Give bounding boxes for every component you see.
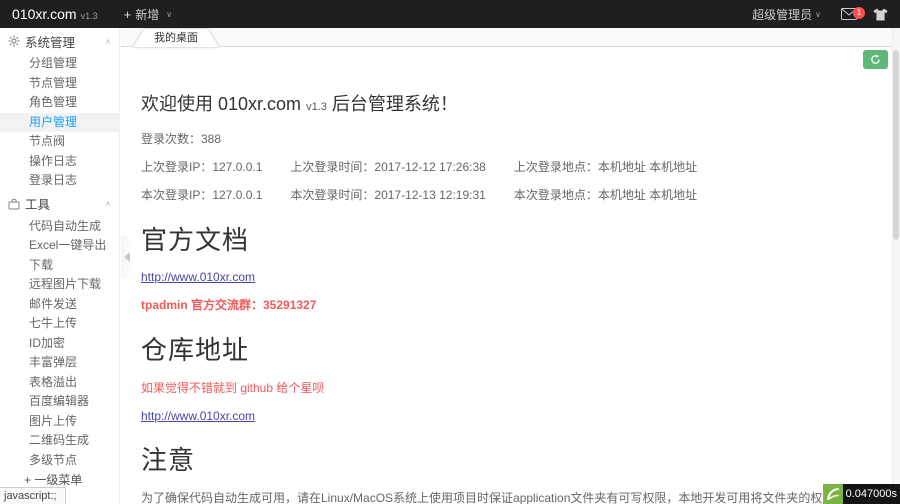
curr-login-time: 本次登录时间：2017-12-13 12:19:31 xyxy=(290,188,486,202)
trace-badge[interactable]: 0.047000s xyxy=(822,484,900,504)
chevron-up-icon: ∧ xyxy=(105,199,111,208)
notice-text: 为了确保代码自动生成可用，请在Linux/MacOS系统上使用项目时保证appl… xyxy=(141,491,858,504)
topbar: 010xr.com v1.3 + 新增 ∨ 超级管理员 ∨ 1 xyxy=(0,0,900,28)
previous-login-row: 上次登录IP：127.0.0.1 上次登录时间：2017-12-12 17:26… xyxy=(141,158,892,175)
add-new-label: 新增 xyxy=(135,7,160,22)
trace-time: 0.047000s xyxy=(842,484,900,504)
sidebar-item-role-management[interactable]: 角色管理 xyxy=(0,93,119,113)
welcome-prefix: 欢迎使用 010xr.com xyxy=(141,94,302,114)
chevron-left-icon xyxy=(123,252,130,262)
messages-button[interactable]: 1 xyxy=(831,7,867,20)
sidebar-collapse-handle[interactable] xyxy=(121,236,132,278)
brand-logo[interactable]: 010xr.com v1.3 xyxy=(0,6,110,22)
sidebar-item-remote-image-download[interactable]: 远程图片下载 xyxy=(0,275,119,295)
add-new-menu[interactable]: + 新增 ∨ xyxy=(110,0,186,28)
sidebar-item-download[interactable]: 下载 xyxy=(0,256,119,276)
sidebar-item-user-management[interactable]: 用户管理 xyxy=(0,112,119,132)
refresh-button[interactable] xyxy=(863,50,888,69)
sidebar-section-tools[interactable]: 工具 ∧ xyxy=(0,191,119,217)
welcome-suffix: 后台管理系统！ xyxy=(331,94,458,114)
main-area: 我的桌面 欢迎使用 010xr.com v1.3 后台管理系统！ 登录次数：38… xyxy=(121,28,900,504)
prev-login-time: 上次登录时间：2017-12-12 17:26:38 xyxy=(290,160,486,174)
tab-bar: 我的桌面 xyxy=(121,28,900,47)
qq-group-line: tpadmin 官方交流群：35291327 xyxy=(141,298,317,312)
docs-heading: 官方文档 xyxy=(141,225,250,255)
notice-heading: 注意 xyxy=(141,445,196,475)
tab-toolbar xyxy=(121,47,900,71)
current-login-row: 本次登录IP：127.0.0.1 本次登录时间：2017-12-13 12:19… xyxy=(141,186,892,203)
repo-link[interactable]: http://www.010xr.com xyxy=(141,409,255,423)
sidebar-item-excel-export[interactable]: Excel一键导出 xyxy=(0,236,119,256)
scrollbar-thumb[interactable] xyxy=(893,50,899,240)
prev-login-ip: 上次登录IP：127.0.0.1 xyxy=(141,160,263,174)
sidebar: 系统管理 ∧ 分组管理 节点管理 角色管理 用户管理 节点阀 操作日志 登录日志… xyxy=(0,28,120,504)
plus-icon: + xyxy=(123,6,132,22)
toolbox-icon xyxy=(8,198,20,210)
sidebar-item-image-upload[interactable]: 图片上传 xyxy=(0,412,119,432)
chevron-up-icon: ∧ xyxy=(105,36,111,46)
gear-icon xyxy=(8,35,20,47)
sidebar-item-qrcode-generate[interactable]: 二维码生成 xyxy=(0,431,119,451)
sidebar-item-table-overflow[interactable]: 表格溢出 xyxy=(0,373,119,393)
user-menu-label: 超级管理员 xyxy=(752,7,813,22)
desktop-content: 欢迎使用 010xr.com v1.3 后台管理系统！ 登录次数：388 上次登… xyxy=(121,72,892,504)
sidebar-item-operation-log[interactable]: 操作日志 xyxy=(0,152,119,172)
theme-skin-button[interactable] xyxy=(867,8,900,21)
browser-status-hint: javascript:; xyxy=(0,487,66,504)
sidebar-item-id-encrypt[interactable]: ID加密 xyxy=(0,334,119,354)
sidebar-item-multi-level-node[interactable]: 多级节点 xyxy=(0,451,119,471)
sidebar-item-code-generator[interactable]: 代码自动生成 xyxy=(0,217,119,237)
sidebar-item-rich-layer[interactable]: 丰富弹层 xyxy=(0,353,119,373)
thinkphp-trace-icon xyxy=(822,484,843,504)
login-count: 登录次数：388 xyxy=(141,132,222,146)
sidebar-item-node-valve[interactable]: 节点阀 xyxy=(0,132,119,152)
tshirt-icon xyxy=(873,8,888,21)
brand-name: 010xr.com xyxy=(12,6,77,22)
app-root: 010xr.com v1.3 + 新增 ∨ 超级管理员 ∨ 1 系统管理 ∧ 分… xyxy=(0,0,900,504)
sidebar-section-label: 工具 xyxy=(25,198,51,212)
refresh-icon xyxy=(870,54,881,65)
github-star-line: 如果觉得不错就到 github 给个星呗 xyxy=(141,381,325,395)
chevron-down-icon: ∨ xyxy=(815,9,821,19)
sidebar-item-login-log[interactable]: 登录日志 xyxy=(0,171,119,191)
welcome-title: 欢迎使用 010xr.com v1.3 后台管理系统！ xyxy=(141,90,892,116)
curr-login-location: 本次登录地点：本机地址 本机地址 xyxy=(513,188,698,202)
sidebar-section-label: 系统管理 xyxy=(25,35,76,50)
tab-my-desktop[interactable]: 我的桌面 xyxy=(133,29,219,47)
sidebar-item-node-management[interactable]: 节点管理 xyxy=(0,74,119,94)
vertical-scrollbar[interactable] xyxy=(892,28,900,504)
curr-login-ip: 本次登录IP：127.0.0.1 xyxy=(141,188,263,202)
repo-heading: 仓库地址 xyxy=(141,335,250,365)
sidebar-section-system[interactable]: 系统管理 ∧ xyxy=(0,28,119,54)
chevron-down-icon: ∨ xyxy=(166,9,173,19)
sidebar-item-qiniu-upload[interactable]: 七牛上传 xyxy=(0,314,119,334)
brand-version: v1.3 xyxy=(80,11,98,21)
sidebar-item-group-management[interactable]: 分组管理 xyxy=(0,54,119,74)
welcome-version: v1.3 xyxy=(306,101,327,113)
user-menu[interactable]: 超级管理员 ∨ xyxy=(742,6,831,23)
topbar-right: 超级管理员 ∨ 1 xyxy=(742,0,900,28)
message-count-badge: 1 xyxy=(853,7,865,19)
sidebar-item-baidu-editor[interactable]: 百度编辑器 xyxy=(0,392,119,412)
prev-login-location: 上次登录地点：本机地址 本机地址 xyxy=(513,160,698,174)
sidebar-item-mail-send[interactable]: 邮件发送 xyxy=(0,295,119,315)
docs-link[interactable]: http://www.010xr.com xyxy=(141,270,255,284)
